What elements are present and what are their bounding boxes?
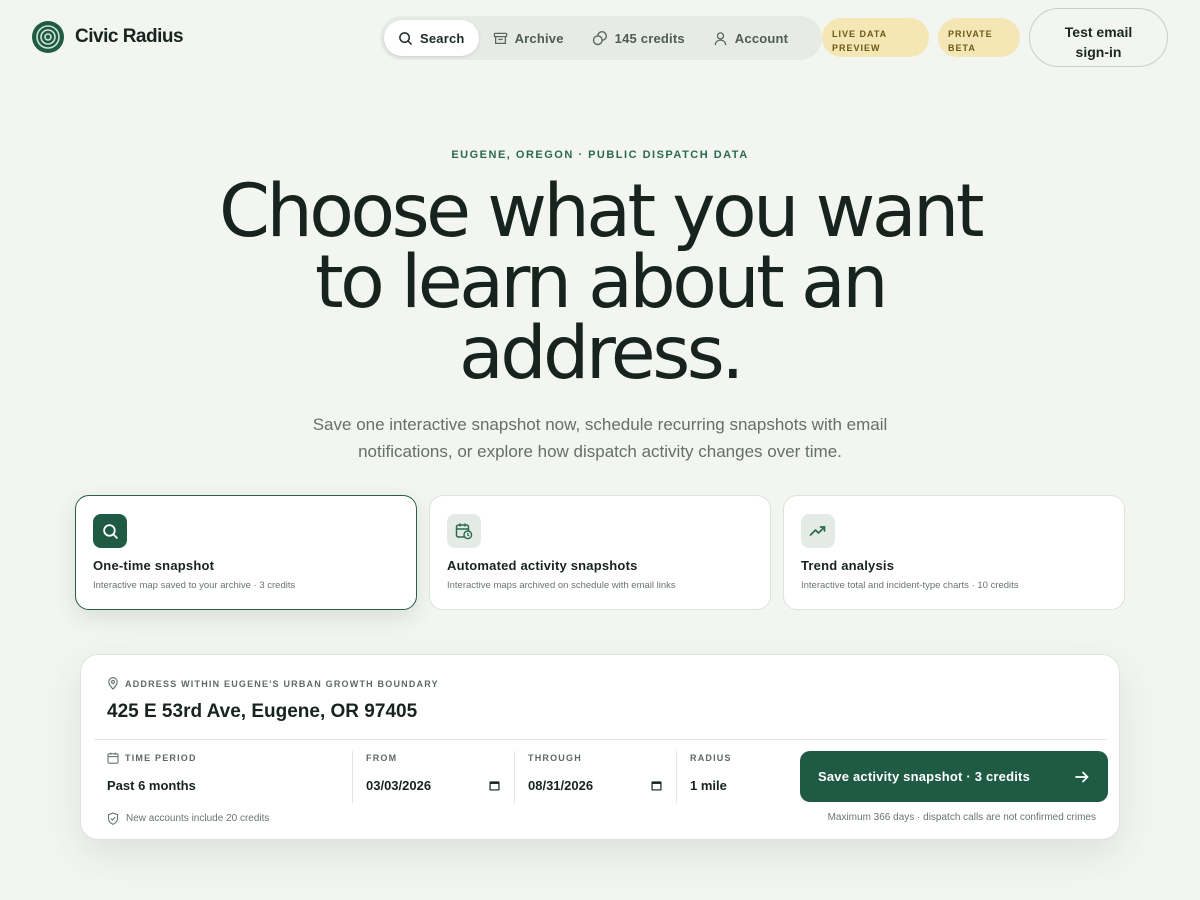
from-date-input[interactable]: 03/03/2026 <box>366 778 500 793</box>
credits-note-text: New accounts include 20 credits <box>126 813 270 824</box>
search-icon <box>399 31 412 45</box>
calendar-clock-icon <box>447 514 481 548</box>
main-nav: Search Archive 145 credits Account <box>380 16 822 60</box>
address-label: ADDRESS WITHIN EUGENE'S URBAN GROWTH BOU… <box>107 677 439 690</box>
address-label-text: ADDRESS WITHIN EUGENE'S URBAN GROWTH BOU… <box>125 678 439 689</box>
option-automated-snapshots[interactable]: Automated activity snapshots Interactive… <box>429 495 771 610</box>
save-snapshot-label: Save activity snapshot · 3 credits <box>818 769 1030 784</box>
nav-credits-label: 145 credits <box>614 30 685 46</box>
field-separator <box>676 751 677 803</box>
radius-select[interactable]: 1 mile <box>690 778 790 793</box>
address-input[interactable] <box>107 697 1087 727</box>
limits-note: Maximum 366 days · dispatch calls are no… <box>827 812 1096 823</box>
nav-search-label: Search <box>420 30 465 46</box>
nav-search[interactable]: Search <box>384 20 479 56</box>
option-one-time-snapshot[interactable]: One-time snapshot Interactive map saved … <box>75 495 417 610</box>
brand-name: Civic Radius <box>75 26 184 47</box>
time-period-field[interactable]: TIME PERIOD Past 6 months <box>107 751 352 803</box>
option-description: Interactive maps archived on schedule wi… <box>447 580 676 591</box>
time-period-label: TIME PERIOD <box>107 751 352 765</box>
time-period-label-text: TIME PERIOD <box>125 753 197 763</box>
concentric-circles-icon <box>32 21 64 53</box>
calendar-picker-icon[interactable] <box>651 780 662 791</box>
trending-up-icon <box>801 514 835 548</box>
field-separator <box>352 751 353 803</box>
hero-title: Choose what you want to learn about an a… <box>219 169 984 396</box>
field-separator <box>514 751 515 803</box>
from-date-value: 03/03/2026 <box>366 778 432 793</box>
save-snapshot-button[interactable]: Save activity snapshot · 3 credits <box>800 751 1108 802</box>
through-date-value: 08/31/2026 <box>528 778 594 793</box>
live-data-badge: LIVE DATA PREVIEW <box>822 18 929 57</box>
shield-check-icon <box>107 812 119 825</box>
through-label: THROUGH <box>528 753 582 763</box>
archive-icon <box>493 32 507 44</box>
through-date-input[interactable]: 08/31/2026 <box>528 778 662 793</box>
map-pin-icon <box>108 677 118 690</box>
calendar-picker-icon[interactable] <box>489 780 500 791</box>
radius-field[interactable]: RADIUS 1 mile <box>690 751 790 803</box>
top-header: Civic Radius Search Archive 145 credits … <box>0 0 1200 76</box>
divider <box>94 739 1107 740</box>
option-title: Trend analysis <box>801 558 895 573</box>
snapshot-form-panel: ADDRESS WITHIN EUGENE'S URBAN GROWTH BOU… <box>80 654 1120 840</box>
through-date-field[interactable]: THROUGH 08/31/2026 <box>528 751 662 803</box>
option-title: One-time snapshot <box>93 558 215 573</box>
nav-account[interactable]: Account <box>699 20 802 56</box>
time-period-select[interactable]: Past 6 months <box>107 778 352 793</box>
nav-archive[interactable]: Archive <box>479 20 578 56</box>
hero-eyebrow: EUGENE, OREGON · PUBLIC DISPATCH DATA <box>451 149 749 161</box>
private-beta-badge: PRIVATE BETA <box>938 18 1020 57</box>
radius-label: RADIUS <box>690 753 732 763</box>
option-title: Automated activity snapshots <box>447 558 638 573</box>
hero-subtitle: Save one interactive snapshot now, sched… <box>312 415 888 461</box>
nav-archive-label: Archive <box>514 30 564 46</box>
calendar-icon <box>107 752 119 764</box>
search-icon <box>93 514 127 548</box>
arrow-right-icon <box>1075 771 1089 782</box>
from-date-field[interactable]: FROM 03/03/2026 <box>366 751 500 803</box>
brand[interactable]: Civic Radius <box>32 21 184 53</box>
option-trend-analysis[interactable]: Trend analysis Interactive total and inc… <box>783 495 1125 610</box>
coins-icon <box>592 30 607 46</box>
user-icon <box>714 31 727 45</box>
credits-note: New accounts include 20 credits <box>107 812 269 825</box>
from-label: FROM <box>366 753 398 763</box>
nav-account-label: Account <box>734 30 789 46</box>
test-email-signin-button[interactable]: Test email sign-in <box>1029 8 1168 67</box>
nav-credits[interactable]: 145 credits <box>578 20 699 56</box>
option-description: Interactive total and incident-type char… <box>801 580 1019 591</box>
option-description: Interactive map saved to your archive · … <box>93 580 296 591</box>
